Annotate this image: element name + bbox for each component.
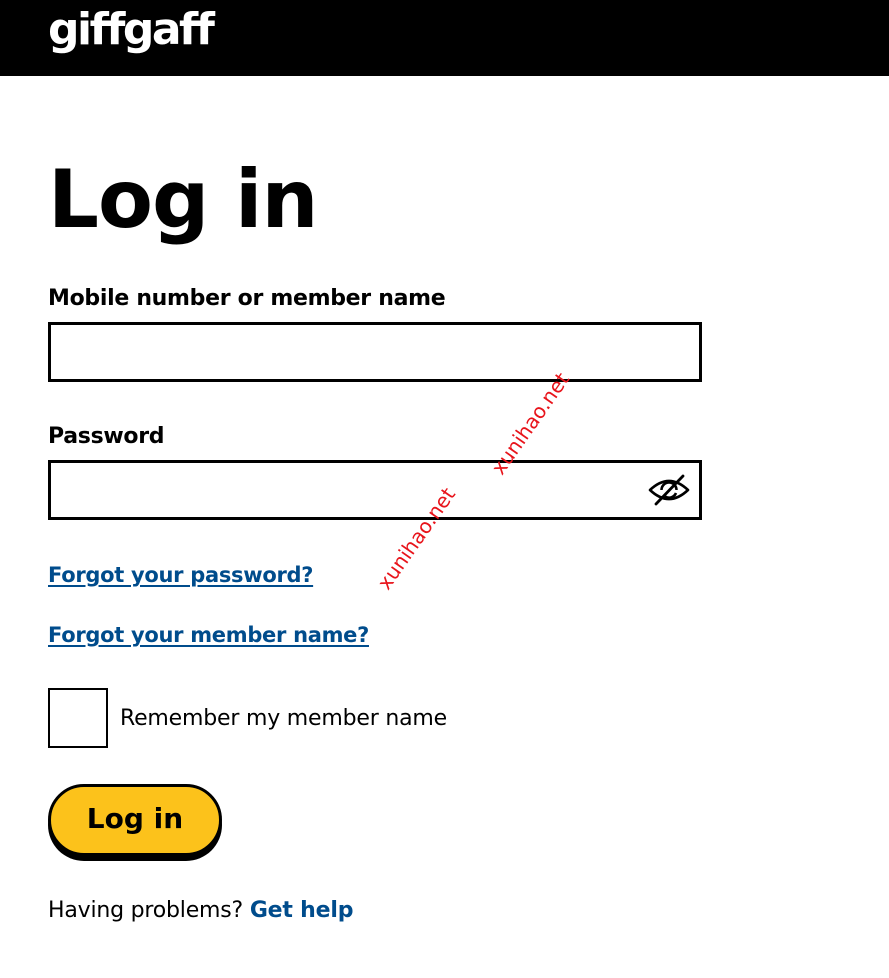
forgot-member-name-link[interactable]: Forgot your member name? — [48, 621, 369, 649]
log-in-button[interactable]: Log in — [48, 784, 222, 856]
help-prompt: Having problems? — [48, 898, 244, 923]
eye-slash-icon — [647, 473, 691, 507]
mobile-field-label: Mobile number or member name — [48, 286, 446, 311]
forgot-password-link[interactable]: Forgot your password? — [48, 561, 313, 589]
top-header-bar: giffgaff — [0, 0, 889, 76]
page-title: Log in — [48, 153, 318, 246]
mobile-member-name-input[interactable] — [48, 322, 702, 382]
get-help-link[interactable]: Get help — [250, 898, 354, 923]
help-text: Having problems? Get help — [48, 897, 353, 925]
remember-member-label[interactable]: Remember my member name — [120, 705, 447, 733]
password-field-label: Password — [48, 424, 165, 449]
password-visibility-toggle[interactable] — [644, 468, 694, 512]
password-input[interactable] — [48, 460, 702, 520]
remember-member-checkbox[interactable] — [48, 688, 108, 748]
giffgaff-logo[interactable]: giffgaff — [48, 2, 215, 58]
